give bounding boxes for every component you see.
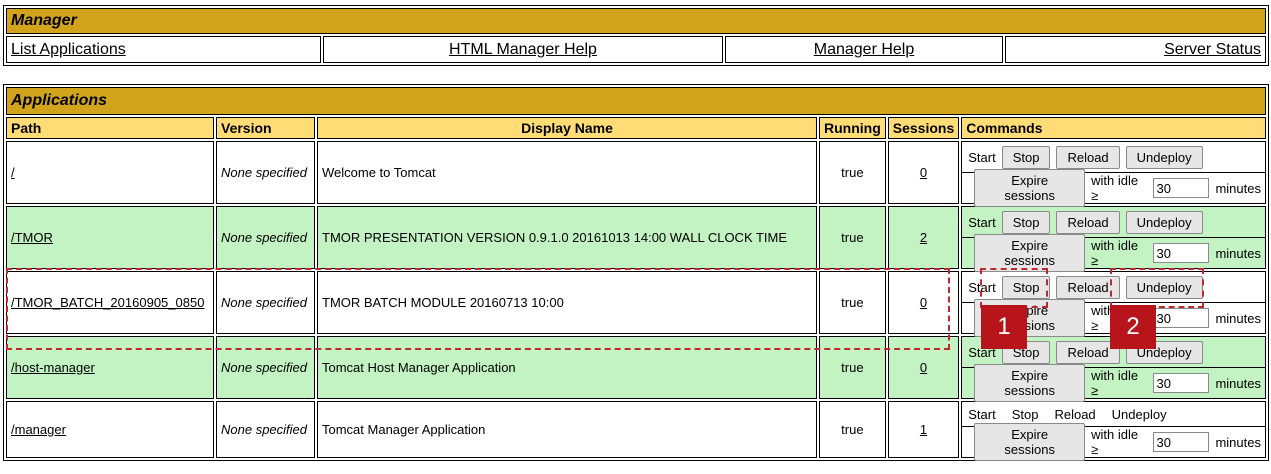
manager-table: Manager List Applications HTML Manager H… <box>3 5 1269 66</box>
commands-header: Commands <box>961 117 1266 139</box>
app-path-link[interactable]: /host-manager <box>11 360 95 375</box>
app-sessions-link[interactable]: 2 <box>920 230 927 245</box>
idle-input[interactable] <box>1153 243 1210 263</box>
with-idle-label: with idle ≥ <box>1091 427 1139 457</box>
app-version: None specified <box>216 271 315 334</box>
undeploy-button[interactable]: Undeploy <box>1125 145 1203 169</box>
badge-2: 2 <box>1110 305 1156 349</box>
undeploy-button[interactable]: Undeploy <box>1125 275 1203 299</box>
app-sessions-link[interactable]: 1 <box>920 422 927 437</box>
app-path-link[interactable]: /TMOR <box>11 230 53 245</box>
app-sessions-link[interactable]: 0 <box>920 295 927 310</box>
commands-cell: Start Stop Reload Undeploy Expire sessio… <box>961 401 1266 461</box>
minutes-label: minutes <box>1215 375 1261 391</box>
list-applications-link[interactable]: List Applications <box>11 41 126 58</box>
app-display-name: TMOR BATCH MODULE 20160713 10:00 <box>317 271 817 334</box>
reload-button[interactable]: Reload <box>1056 275 1120 299</box>
applications-header-row: Path Version Display Name Running Sessio… <box>6 117 1266 139</box>
app-sessions-link[interactable]: 0 <box>920 165 927 180</box>
idle-input[interactable] <box>1153 373 1210 393</box>
stop-button[interactable]: Stop <box>1001 275 1051 299</box>
expire-sessions-button[interactable]: Expire sessions <box>974 234 1086 272</box>
app-display-name: Welcome to Tomcat <box>317 141 817 204</box>
sessions-header: Sessions <box>887 117 960 139</box>
app-display-name: TMOR PRESENTATION VERSION 0.9.1.0 201610… <box>317 206 817 269</box>
reload-label: Reload <box>1054 406 1096 422</box>
badge-1: 1 <box>981 305 1027 349</box>
minutes-label: minutes <box>1215 310 1261 326</box>
path-header: Path <box>6 117 214 139</box>
stop-label: Stop <box>1011 406 1039 422</box>
applications-table: Applications Path Version Display Name R… <box>3 84 1269 461</box>
table-row: /manager None specified Tomcat Manager A… <box>6 401 1266 461</box>
app-running: true <box>819 206 886 269</box>
app-path-link[interactable]: /manager <box>11 422 66 437</box>
expire-sessions-button[interactable]: Expire sessions <box>974 423 1086 461</box>
stop-button[interactable]: Stop <box>1001 145 1051 169</box>
table-row: /TMOR_BATCH_20160905_0850 None specified… <box>6 271 1266 337</box>
undeploy-button[interactable]: Undeploy <box>1125 210 1203 234</box>
idle-input[interactable] <box>1153 308 1210 328</box>
idle-input[interactable] <box>1153 178 1210 198</box>
app-path-link[interactable]: /TMOR_BATCH_20160905_0850 <box>11 295 204 310</box>
html-manager-help-link[interactable]: HTML Manager Help <box>449 41 597 58</box>
table-row: /TMOR None specified TMOR PRESENTATION V… <box>6 206 1266 272</box>
app-version: None specified <box>216 401 315 458</box>
app-version: None specified <box>216 206 315 269</box>
app-path-link[interactable]: / <box>11 165 15 180</box>
start-label: Start <box>968 279 996 295</box>
manager-help-link[interactable]: Manager Help <box>814 41 915 58</box>
minutes-label: minutes <box>1215 245 1261 261</box>
app-version: None specified <box>216 336 315 399</box>
display-name-header: Display Name <box>317 117 817 139</box>
server-status-link[interactable]: Server Status <box>1164 41 1261 58</box>
reload-button[interactable]: Reload <box>1056 210 1120 234</box>
idle-input[interactable] <box>1153 432 1210 452</box>
app-sessions-link[interactable]: 0 <box>920 360 927 375</box>
with-idle-label: with idle ≥ <box>1091 173 1139 203</box>
app-running: true <box>819 401 886 458</box>
minutes-label: minutes <box>1215 434 1261 450</box>
commands-cell: Start Stop Reload Undeploy Expire sessio… <box>961 141 1266 207</box>
app-running: true <box>819 336 886 399</box>
minutes-label: minutes <box>1215 180 1261 196</box>
reload-button[interactable]: Reload <box>1056 145 1120 169</box>
undeploy-label: Undeploy <box>1111 406 1167 422</box>
app-display-name: Tomcat Manager Application <box>317 401 817 458</box>
manager-title: Manager <box>6 8 1266 34</box>
table-row: /host-manager None specified Tomcat Host… <box>6 336 1266 402</box>
start-label: Start <box>968 406 996 422</box>
app-version: None specified <box>216 141 315 204</box>
stop-button[interactable]: Stop <box>1001 210 1051 234</box>
expire-sessions-button[interactable]: Expire sessions <box>974 364 1086 402</box>
expire-sessions-button[interactable]: Expire sessions <box>974 169 1086 207</box>
app-running: true <box>819 271 886 334</box>
start-label: Start <box>968 149 996 165</box>
version-header: Version <box>216 117 315 139</box>
app-display-name: Tomcat Host Manager Application <box>317 336 817 399</box>
app-running: true <box>819 141 886 204</box>
with-idle-label: with idle ≥ <box>1091 238 1139 268</box>
start-label: Start <box>968 214 996 230</box>
applications-title: Applications <box>6 87 1266 115</box>
running-header: Running <box>819 117 886 139</box>
table-row: / None specified Welcome to Tomcat true … <box>6 141 1266 207</box>
with-idle-label: with idle ≥ <box>1091 368 1139 398</box>
commands-cell: Start Stop Reload Undeploy Expire sessio… <box>961 206 1266 272</box>
